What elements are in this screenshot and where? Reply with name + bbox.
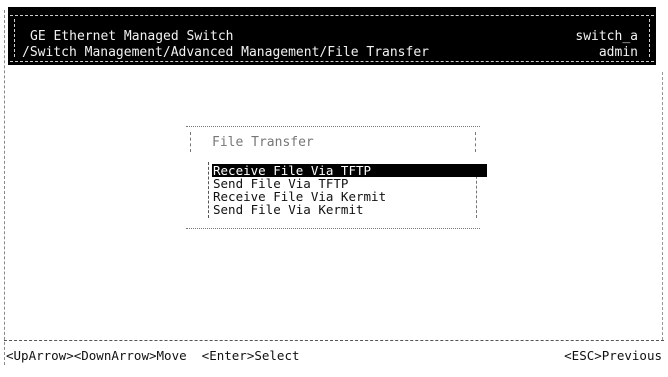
header-border-top xyxy=(10,15,654,16)
dialog-title: File Transfer xyxy=(212,135,314,150)
menu-item-send-kermit[interactable]: Send File Via Kermit xyxy=(212,203,493,216)
header-bar: GE Ethernet Managed Switch /Switch Manag… xyxy=(8,7,656,65)
status-bar-separator xyxy=(4,340,664,341)
status-bar-previous-key: <ESC>Previous xyxy=(564,348,662,363)
status-bar-help-keys: <UpArrow><DownArrow>Move <Enter>Select xyxy=(6,348,300,363)
screen-frame-left xyxy=(4,10,5,365)
user-label: admin xyxy=(598,45,638,60)
hostname-label: switch_a xyxy=(575,29,638,44)
dialog-border-top xyxy=(186,126,480,127)
menu-border-left xyxy=(208,162,209,218)
terminal-screen: GE Ethernet Managed Switch /Switch Manag… xyxy=(0,0,668,377)
dialog-border-bottom xyxy=(186,228,480,229)
dialog-border-right xyxy=(475,132,476,152)
breadcrumb-path: /Switch Management/Advanced Management/F… xyxy=(22,45,429,60)
file-transfer-dialog: File Transfer Receive File Via TFTP Send… xyxy=(186,126,487,230)
header-border-right xyxy=(649,19,650,57)
header-border-left xyxy=(14,19,15,57)
dialog-border-left xyxy=(190,132,191,152)
app-title: GE Ethernet Managed Switch xyxy=(30,29,234,44)
header-border-bottom xyxy=(10,61,654,62)
screen-frame-right xyxy=(662,72,663,340)
